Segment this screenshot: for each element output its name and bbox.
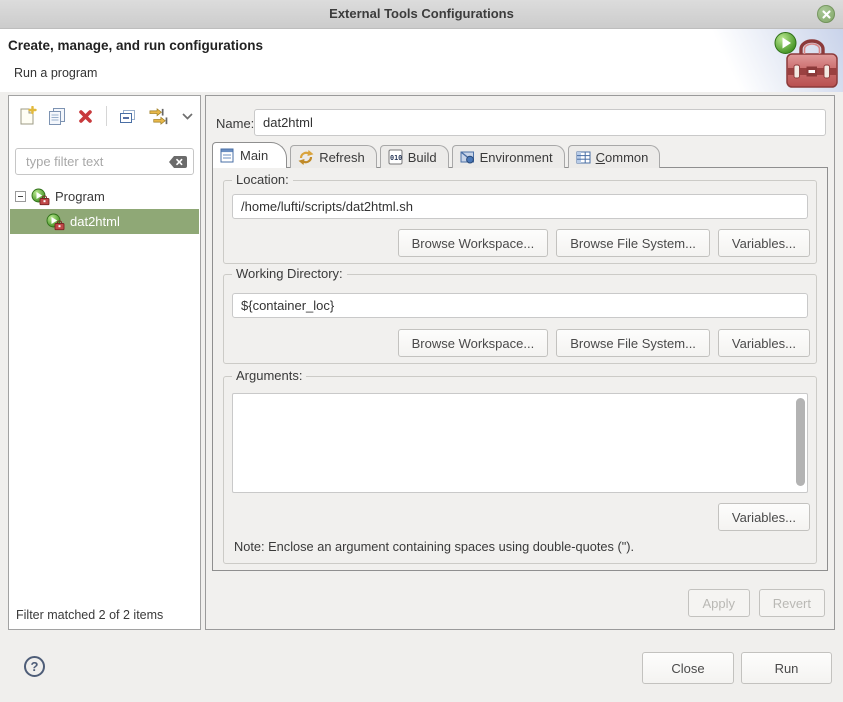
delete-configuration-icon[interactable] <box>77 106 94 126</box>
sidebar-toolbar <box>9 96 200 136</box>
tree-item-label: dat2html <box>70 214 120 229</box>
location-variables-button[interactable]: Variables... <box>718 229 810 257</box>
titlebar: External Tools Configurations <box>0 0 843 29</box>
arguments-legend: Arguments: <box>232 368 306 383</box>
run-overlay-icon <box>775 33 796 54</box>
main-tab-content: Location: Browse Workspace... Browse Fil… <box>212 167 828 571</box>
collapse-expander-icon[interactable] <box>15 191 26 202</box>
tab-bar: Main Refresh 010 Build Environ <box>212 143 663 168</box>
arguments-textarea[interactable] <box>233 394 797 496</box>
name-label: Name: <box>216 116 254 131</box>
working-directory-legend: Working Directory: <box>232 266 347 281</box>
main-tab-icon <box>220 148 235 163</box>
tree-item-label: Program <box>55 189 105 204</box>
window-close-button[interactable] <box>817 5 835 23</box>
dialog-header: Create, manage, and run configurations R… <box>0 29 843 92</box>
collapse-all-icon[interactable] <box>119 106 136 126</box>
run-button[interactable]: Run <box>741 652 832 684</box>
common-tab-icon <box>576 151 591 164</box>
workdir-browse-filesystem-button[interactable]: Browse File System... <box>556 329 710 357</box>
tree-item-dat2html[interactable]: dat2html <box>10 209 199 234</box>
location-browse-filesystem-button[interactable]: Browse File System... <box>556 229 710 257</box>
close-button[interactable]: Close <box>642 652 734 684</box>
build-tab-icon: 010 <box>388 149 403 165</box>
tree-item-program[interactable]: Program <box>10 184 199 209</box>
tab-label: Build <box>408 150 437 165</box>
revert-button[interactable]: Revert <box>759 589 825 617</box>
filter-input[interactable] <box>24 153 168 170</box>
toolbar-separator <box>106 106 107 126</box>
help-icon: ? <box>31 659 39 674</box>
new-configuration-icon[interactable] <box>19 106 37 126</box>
tab-label: Main <box>240 148 268 163</box>
window-title: External Tools Configurations <box>0 0 843 28</box>
working-directory-input[interactable] <box>232 293 808 318</box>
duplicate-configuration-icon[interactable] <box>48 106 66 126</box>
apply-button[interactable]: Apply <box>688 589 750 617</box>
tab-label: Refresh <box>319 150 365 165</box>
configuration-detail-panel: Name: Main Refresh 010 <box>205 95 835 630</box>
workdir-browse-workspace-button[interactable]: Browse Workspace... <box>398 329 549 357</box>
name-input[interactable] <box>254 109 826 136</box>
location-input[interactable] <box>232 194 808 219</box>
dialog-heading: Create, manage, and run configurations <box>8 38 263 53</box>
program-type-icon <box>31 188 50 206</box>
filter-field-wrap <box>15 148 194 175</box>
configurations-sidebar: Program dat2html Filter matched 2 of 2 i… <box>8 95 201 630</box>
arguments-field-wrap <box>232 393 808 493</box>
location-legend: Location: <box>232 172 293 187</box>
tab-common[interactable]: Common <box>568 145 661 168</box>
arguments-group: Arguments: Variables... Note: Enclose an… <box>223 376 817 564</box>
tab-build[interactable]: 010 Build <box>380 145 449 168</box>
clear-filter-icon[interactable] <box>168 155 188 169</box>
environment-tab-icon <box>460 150 475 164</box>
tab-label: Common <box>596 150 649 165</box>
workdir-variables-button[interactable]: Variables... <box>718 329 810 357</box>
refresh-tab-icon <box>298 150 314 165</box>
dialog-subheading: Run a program <box>14 66 97 80</box>
tab-label: Environment <box>480 150 553 165</box>
apply-revert-row: Apply Revert <box>688 589 825 617</box>
tab-main[interactable]: Main <box>212 142 287 168</box>
arguments-note: Note: Enclose an argument containing spa… <box>234 539 634 554</box>
working-directory-group: Working Directory: Browse Workspace... B… <box>223 274 817 364</box>
program-type-icon <box>46 213 65 231</box>
location-group: Location: Browse Workspace... Browse Fil… <box>223 180 817 264</box>
close-icon <box>822 10 831 19</box>
filter-status-text: Filter matched 2 of 2 items <box>16 608 163 622</box>
arguments-scrollbar[interactable] <box>795 396 806 490</box>
help-button[interactable]: ? <box>24 656 45 677</box>
tab-refresh[interactable]: Refresh <box>290 145 377 168</box>
view-menu-chevron-icon[interactable] <box>179 106 196 126</box>
scrollbar-thumb[interactable] <box>796 398 805 486</box>
tab-environment[interactable]: Environment <box>452 145 565 168</box>
external-tools-toolbox-icon <box>773 30 839 95</box>
location-browse-workspace-button[interactable]: Browse Workspace... <box>398 229 549 257</box>
svg-text:010: 010 <box>390 154 402 162</box>
filter-configurations-icon[interactable] <box>148 106 168 126</box>
arguments-variables-button[interactable]: Variables... <box>718 503 810 531</box>
configurations-tree: Program dat2html <box>10 184 199 234</box>
